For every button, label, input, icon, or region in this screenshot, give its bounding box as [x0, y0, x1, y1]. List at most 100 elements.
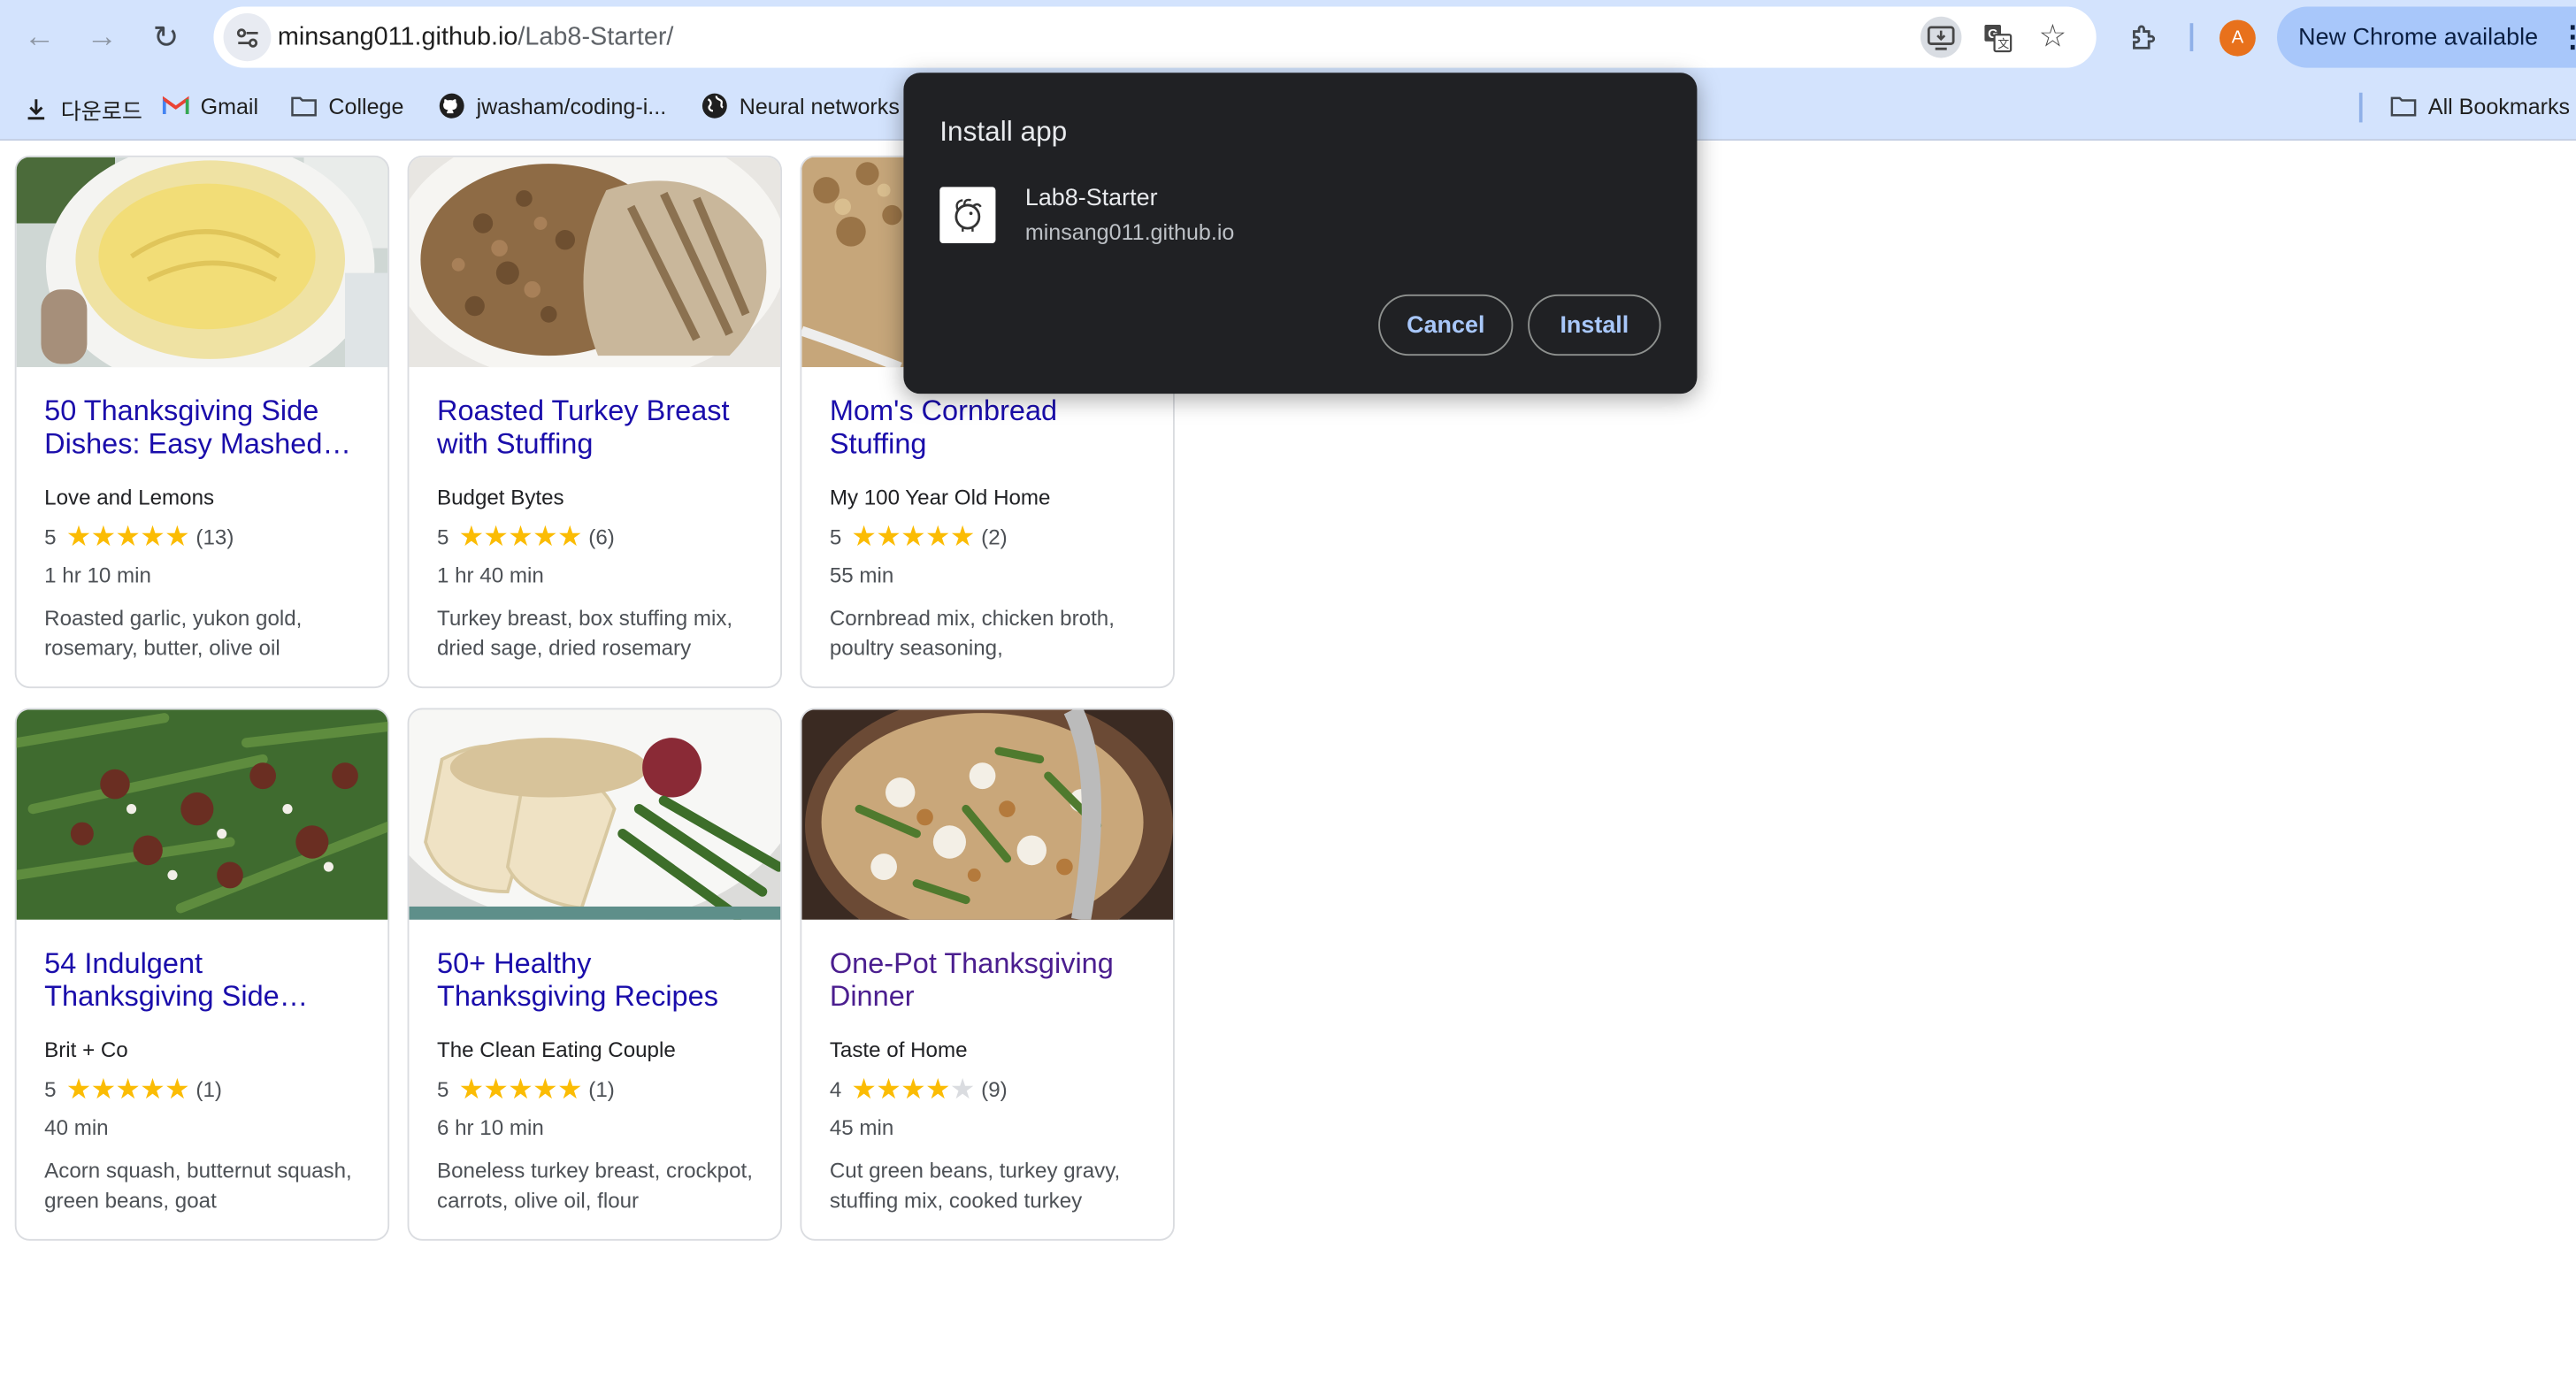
star-filled-icon: ★ [483, 1072, 509, 1105]
star-filled-icon: ★ [90, 1072, 116, 1105]
recipe-title[interactable]: One-Pot Thanksgiving Dinner [830, 948, 1158, 1013]
github-icon [439, 93, 465, 119]
rating-value: 5 [437, 523, 449, 549]
recipe-title[interactable]: 50 Thanksgiving Side Dishes: Easy Mashed… [44, 395, 372, 460]
install-app-dialog: Install app Lab8-Starter minsang011.gith… [903, 73, 1698, 394]
bookmarks-divider [2358, 92, 2363, 123]
review-count: (13) [196, 523, 234, 549]
bookmark-label: 다운로드 [60, 99, 142, 125]
recipe-card[interactable]: 54 Indulgent Thanksgiving Side Dishes Br… [14, 708, 390, 1241]
extensions-button[interactable] [2121, 15, 2167, 61]
forward-button[interactable]: → [79, 15, 125, 61]
recipe-card[interactable]: 50 Thanksgiving Side Dishes: Easy Mashed… [14, 155, 390, 689]
star-filled-icon: ★ [949, 520, 976, 552]
star-filled-icon: ★ [458, 520, 484, 552]
review-count: (9) [981, 1076, 1008, 1101]
globe-icon [702, 93, 728, 119]
star-empty-icon: ★ [949, 1072, 976, 1105]
star-filled-icon: ★ [115, 1072, 141, 1105]
recipe-title[interactable]: 50+ Healthy Thanksgiving Recipes [437, 948, 765, 1013]
address-bar[interactable]: minsang011.github.io/Lab8-Starter/ G 文 ☆ [213, 6, 2097, 68]
recipe-rating: 4 ★ ★ ★ ★ ★ (9) [830, 1074, 1008, 1104]
reload-icon: ↻ [152, 20, 180, 56]
star-filled-icon: ★ [901, 520, 926, 552]
bookmark-college[interactable]: College [291, 93, 404, 119]
bookmark-gmail[interactable]: Gmail [162, 93, 258, 119]
folder-icon [2390, 93, 2417, 119]
star-filled-icon: ★ [925, 520, 951, 552]
all-bookmarks-button[interactable]: All Bookmarks [2390, 93, 2570, 119]
star-outline-icon: ☆ [2038, 19, 2067, 55]
recipe-source: Love and Lemons [44, 485, 215, 510]
star-rating: ★ ★ ★ ★ ★ [66, 520, 190, 552]
recipe-source: The Clean Eating Couple [437, 1037, 676, 1062]
bookmark-neural-networks[interactable]: Neural networks [702, 93, 900, 119]
star-rating: ★ ★ ★ ★ ★ [65, 1072, 190, 1105]
back-button[interactable]: ← [17, 15, 63, 61]
site-info-button[interactable] [223, 12, 272, 62]
svg-text:文: 文 [1997, 37, 2008, 50]
star-filled-icon: ★ [115, 520, 141, 552]
install-app-icon [1927, 25, 1955, 50]
recipe-card[interactable]: One-Pot Thanksgiving Dinner Taste of Hom… [800, 708, 1175, 1241]
recipe-ingredients: Cut green beans, turkey gravy, stuffing … [829, 1158, 1121, 1213]
install-button[interactable]: Install [1528, 294, 1661, 356]
toolbar-divider [2189, 23, 2194, 51]
recipe-title[interactable]: Roasted Turkey Breast with Stuffing [437, 395, 765, 460]
translate-button[interactable]: G 文 [1976, 17, 2017, 58]
install-app-button[interactable] [1920, 16, 1962, 58]
star-filled-icon: ★ [508, 520, 533, 552]
recipe-ingredients: Turkey breast, box stuffing mix, dried s… [437, 605, 733, 660]
bookmark-coding-interview[interactable]: jwasham/coding-i... [439, 93, 666, 119]
star-filled-icon: ★ [876, 1072, 901, 1105]
arrow-left-icon: ← [23, 19, 56, 55]
recipe-image [409, 709, 781, 920]
star-filled-icon: ★ [901, 1072, 926, 1105]
star-filled-icon: ★ [65, 1072, 92, 1105]
star-filled-icon: ★ [458, 1072, 484, 1105]
profile-avatar[interactable]: A [2220, 19, 2256, 57]
review-count: (6) [588, 523, 615, 549]
bookmark-label: jwasham/coding-i... [476, 93, 667, 119]
reload-button[interactable]: ↻ [143, 15, 189, 61]
star-rating: ★ ★ ★ ★ ★ [458, 1072, 583, 1105]
star-filled-icon: ★ [90, 520, 116, 552]
app-name: Lab8-Starter [1024, 185, 1158, 212]
bookmark-label: Neural networks [739, 93, 900, 119]
url-text[interactable]: minsang011.github.io/Lab8-Starter/ [278, 23, 674, 53]
recipe-title[interactable]: Mom's Cornbread Stuffing [830, 395, 1158, 460]
cancel-button[interactable]: Cancel [1378, 294, 1514, 356]
bookmark-label: College [328, 93, 404, 119]
star-filled-icon: ★ [851, 1072, 877, 1105]
more-menu-icon[interactable]: ⋮ [2558, 19, 2576, 54]
gmail-icon [162, 93, 189, 119]
url-path: /Lab8-Starter/ [518, 23, 674, 51]
recipe-ingredients: Boneless turkey breast, crockpot, carrot… [437, 1158, 753, 1213]
dialog-title: Install app [939, 115, 1068, 148]
recipe-time: 6 hr 10 min [437, 1114, 544, 1140]
review-count: (1) [588, 1076, 615, 1101]
star-filled-icon: ★ [533, 1072, 558, 1105]
star-filled-icon: ★ [925, 1072, 951, 1105]
recipe-card[interactable]: 50+ Healthy Thanksgiving Recipes The Cle… [407, 708, 783, 1241]
bookmark-downloads[interactable]: 다운로드 [23, 93, 142, 126]
star-filled-icon: ★ [557, 520, 583, 552]
star-filled-icon: ★ [533, 520, 558, 552]
recipe-card[interactable]: Roasted Turkey Breast with Stuffing Budg… [407, 155, 783, 689]
app-icon [939, 187, 996, 243]
star-filled-icon: ★ [165, 520, 190, 552]
turkey-icon [954, 198, 982, 232]
recipe-title[interactable]: 54 Indulgent Thanksgiving Side Dishes [44, 948, 372, 1013]
star-rating: ★ ★ ★ ★ ★ [851, 520, 976, 552]
chrome-update-button[interactable]: New Chrome available ⋮ [2277, 6, 2576, 68]
rating-value: 5 [437, 1076, 449, 1101]
star-filled-icon: ★ [140, 1072, 165, 1105]
recipe-time: 40 min [44, 1114, 109, 1140]
download-icon [23, 96, 50, 122]
bookmark-star-button[interactable]: ☆ [2032, 17, 2073, 58]
star-filled-icon: ★ [483, 520, 509, 552]
rating-value: 5 [44, 1076, 57, 1101]
recipe-rating: 5 ★ ★ ★ ★ ★ (1) [44, 1074, 222, 1104]
recipe-time: 55 min [829, 562, 894, 587]
recipe-image [801, 709, 1174, 920]
